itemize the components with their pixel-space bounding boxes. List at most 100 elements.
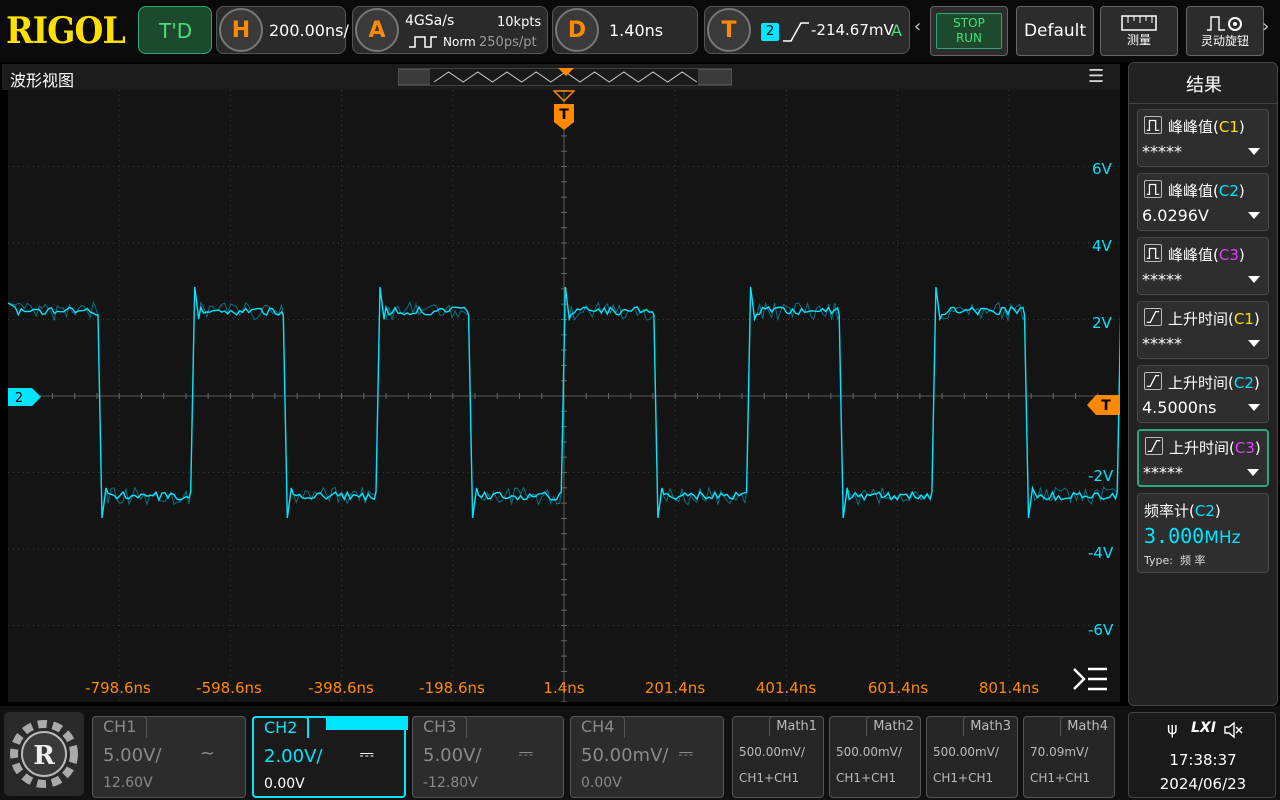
counter-value: 3.000 [1144,524,1204,548]
frequency-counter-card[interactable]: 频率计(C2) 3.000MHz Type: 频 率 [1137,493,1269,573]
waveform-area[interactable] [8,90,1120,702]
math2-tab[interactable]: Math2 [866,716,921,736]
y-tick-label: -2V [1088,467,1113,485]
ch2-panel[interactable]: CH2 2.00V/ ⎓ 0.00V [252,716,406,798]
y-tick-label: -6V [1088,621,1113,639]
run-status-label: T'D [159,19,192,43]
x-tick-label: -798.6ns [85,679,151,697]
ch1-tab[interactable]: CH1 [92,716,147,738]
dropdown-arrow-icon[interactable] [1248,148,1260,155]
measurement-card[interactable]: 峰峰值(C2) 6.0296V [1137,173,1269,231]
counter-type-value: 频 率 [1180,554,1206,567]
measurement-card-selected[interactable]: 上升时间(C3) ***** [1137,429,1269,487]
dropdown-arrow-icon[interactable] [1248,276,1260,283]
measurement-card[interactable]: 峰峰值(C1) ***** [1137,109,1269,167]
rigol-gear-logo-icon: R [4,712,84,796]
ch3-tab[interactable]: CH3 [412,716,467,738]
math3-tab[interactable]: Math3 [963,716,1018,736]
math4-expression: CH1+CH1 [1030,771,1090,785]
top-bar: RIGOL T'D H 200.00ns/ A 4GSa/s 10kpts No… [0,0,1280,62]
ch2-offset-marker[interactable]: 2 [8,387,42,407]
ch1-panel[interactable]: CH1 5.00V/ ~ 12.60V [92,716,246,798]
measurement-card[interactable]: 上升时间(C2) 4.5000ns [1137,365,1269,423]
system-status[interactable]: ψ LXI 17:38:37 2024/06/23 [1128,712,1276,798]
toolbar-scroll-left-icon[interactable]: ‹ [914,16,921,37]
measurement-value: ***** [1143,463,1183,482]
measure-button[interactable]: 测量 [1100,6,1178,56]
math2-panel[interactable]: Math2 500.00mV/ CH1+CH1 [829,716,921,798]
measurement-value: ***** [1142,142,1182,161]
measurement-value: ***** [1142,270,1182,289]
trigger-level-label: T [1101,398,1111,414]
run-status-badge[interactable]: T'D [138,6,212,54]
stop-label: STOP [953,16,985,31]
ch4-panel[interactable]: CH4 50.00mV/ ⎓ 0.00V [570,716,724,798]
math1-panel[interactable]: Math1 500.00mV/ CH1+CH1 [732,716,824,798]
math2-expression: CH1+CH1 [836,771,896,785]
math4-panel[interactable]: Math4 70.09mV/ CH1+CH1 [1023,716,1115,798]
math4-tab[interactable]: Math4 [1060,716,1115,736]
home-button[interactable]: R [4,712,84,796]
x-tick-label: -398.6ns [308,679,374,697]
dropdown-arrow-icon[interactable] [1248,212,1260,219]
collapse-panel-icon[interactable] [1072,666,1108,692]
measurement-channel: C2 [1234,374,1254,392]
measure-label: 测量 [1127,31,1151,48]
trigger-sweep: A [891,21,902,40]
x-tick-label: 601.4ns [868,679,928,697]
trigger-position-label: T [559,107,569,123]
math3-scale: 500.00mV/ [933,745,999,759]
measurement-name: 峰峰值 [1168,182,1213,200]
rigol-logo: RIGOL [6,10,125,52]
math4-scale: 70.09mV/ [1030,745,1088,759]
lxi-icon: LXI [1191,720,1216,736]
x-tick-label: 401.4ns [756,679,816,697]
math3-panel[interactable]: Math3 500.00mV/ CH1+CH1 [926,716,1018,798]
default-button[interactable]: Default [1016,6,1094,56]
rise-icon [1144,372,1162,390]
x-tick-label: 801.4ns [979,679,1039,697]
acquire-control[interactable]: A 4GSa/s 10kpts Norm 250ps/pt [352,6,548,54]
ruler-icon [1121,15,1157,31]
rising-edge-icon [783,21,809,43]
measurement-channel: C3 [1235,439,1255,457]
counter-name: 频率计 [1144,502,1189,520]
counter-unit: MHz [1204,528,1240,548]
waveform-menu-icon[interactable]: ☰ [1088,66,1104,87]
trigger-level: -214.67mV [811,21,894,39]
ch2-tab[interactable]: CH2 [252,716,309,738]
toolbar-scroll-right-icon[interactable]: › [1262,16,1269,37]
dc-coupling-icon: ⎓ [360,744,374,765]
timebase-value: 200.00ns/ [269,21,349,40]
measurement-channel: C1 [1234,310,1254,328]
ac-coupling-icon: ~ [200,743,215,764]
trigger-level-marker[interactable]: T [1086,394,1120,416]
math1-tab[interactable]: Math1 [769,716,824,736]
waveform-grid [8,90,1120,702]
knob-label: 灵动旋钮 [1201,32,1249,49]
ch4-tab[interactable]: CH4 [570,716,625,738]
dropdown-arrow-icon[interactable] [1248,404,1260,411]
trigger-position-marker[interactable]: T [553,90,575,132]
trigger-control[interactable]: T 2 -214.67mV A [704,6,910,54]
horizontal-control[interactable]: H 200.00ns/ [216,6,346,54]
ch3-panel[interactable]: CH3 5.00V/ ⎓ -12.80V [412,716,564,798]
default-label: Default [1024,21,1086,41]
smart-knob-button[interactable]: 灵动旋钮 [1186,6,1264,56]
pulse-icon [1144,116,1162,134]
measurement-card[interactable]: 上升时间(C1) ***** [1137,301,1269,359]
ch2-scale: 2.00V/ [264,746,322,767]
dropdown-arrow-icon[interactable] [1248,340,1260,347]
measurement-card[interactable]: 峰峰值(C3) ***** [1137,237,1269,295]
rise-icon [1145,437,1163,455]
dropdown-arrow-icon[interactable] [1247,469,1259,476]
stop-run-button[interactable]: STOP RUN [930,6,1008,56]
math3-expression: CH1+CH1 [933,771,993,785]
measurement-name: 峰峰值 [1168,118,1213,136]
ch4-offset: 0.00V [581,775,622,791]
measurement-channel: C3 [1219,246,1239,264]
counter-type-label: Type: [1144,554,1173,567]
memory-overview-bar[interactable] [398,68,732,86]
delay-control[interactable]: D 1.40ns [552,6,698,54]
measurement-name: 峰峰值 [1168,246,1213,264]
